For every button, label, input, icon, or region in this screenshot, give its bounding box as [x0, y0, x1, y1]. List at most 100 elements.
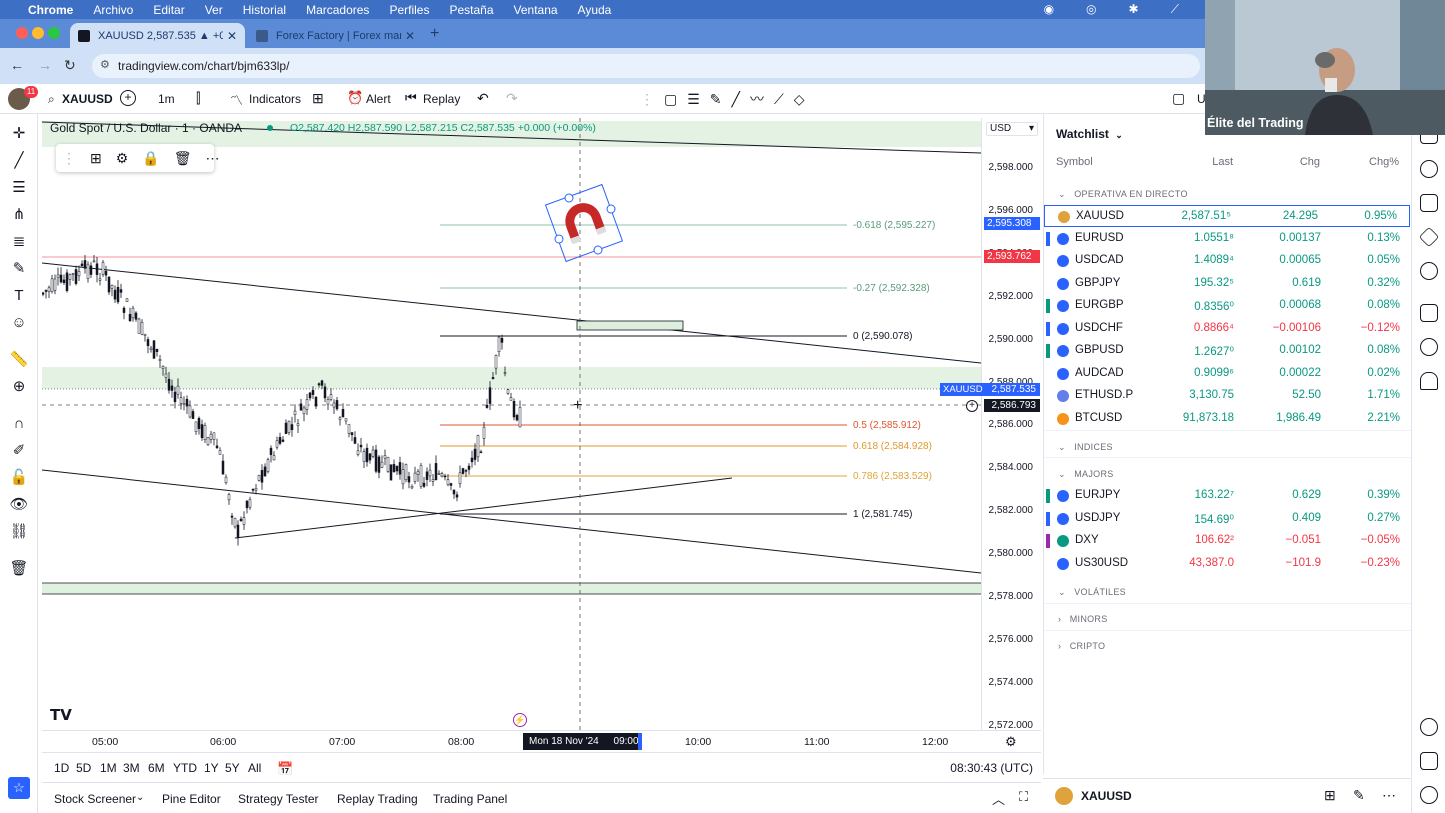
shape-tool-icon[interactable]: ◇ — [794, 91, 805, 108]
fib-retracement-icon[interactable]: ≣ — [9, 232, 29, 252]
window-close-button[interactable] — [16, 27, 28, 39]
tab-stock-screener[interactable]: Stock Screener — [54, 792, 136, 806]
user-icon[interactable]: ◎ — [1086, 2, 1096, 17]
channel-line-upper[interactable] — [42, 262, 981, 364]
magnet-handle[interactable] — [593, 245, 603, 255]
tab-pine-editor[interactable]: Pine Editor — [162, 792, 221, 806]
alert-icon[interactable]: ⏰ — [347, 90, 363, 106]
support-trendline[interactable] — [234, 477, 733, 539]
calendar-icon[interactable] — [1420, 752, 1438, 770]
symbol-search-button[interactable]: XAUUSD — [62, 92, 113, 106]
horizontal-lines-icon[interactable]: ☰ — [9, 178, 29, 198]
settings-icon[interactable]: ⚙ — [116, 150, 129, 167]
watchlist-row-eurgbp[interactable]: EURGBP 0.8356⁰ 0.00068 0.08% — [1044, 295, 1412, 317]
col-chg-pct[interactable]: Chg% — [1369, 156, 1399, 168]
menu-marcadores[interactable]: Marcadores — [306, 3, 369, 17]
alerts-clock-icon[interactable] — [1420, 160, 1438, 178]
brush-icon[interactable]: ✎ — [9, 259, 29, 279]
rectangle-tool-icon[interactable]: ▢ — [664, 91, 677, 108]
channel-line-lower[interactable] — [42, 469, 981, 574]
flag-marker[interactable] — [1046, 512, 1050, 526]
undo-icon[interactable]: ↶ — [477, 90, 489, 107]
eye-icon[interactable]: 👁 — [9, 495, 29, 515]
flag-marker[interactable] — [1046, 534, 1050, 548]
section-operativa[interactable]: ⌄ OPERATIVA EN DIRECTO — [1058, 189, 1188, 200]
section-indices[interactable]: ⌄ INDICES — [1058, 442, 1113, 453]
watchlist-row-usdcad[interactable]: USDCAD 1.4089⁴ 0.00065 0.05% — [1044, 250, 1412, 272]
section-majors[interactable]: ⌄ MAJORS — [1058, 469, 1114, 480]
lock-icon[interactable]: 🔓 — [9, 468, 29, 488]
rectangle-drawing[interactable] — [576, 320, 684, 331]
layers-icon[interactable] — [1418, 226, 1440, 248]
price-chart-svg[interactable]: + -0.618 (2,595.227) -0.27 (2,592.328) 0… — [42, 118, 981, 730]
stay-drawing-icon[interactable]: ✐ — [9, 441, 29, 461]
range-5y[interactable]: 5Y — [225, 761, 240, 775]
template-icon[interactable]: ⊞ — [90, 150, 102, 167]
window-zoom-button[interactable] — [48, 27, 60, 39]
more-icon[interactable]: ⋯ — [206, 150, 220, 167]
detail-symbol[interactable]: XAUUSD — [1081, 789, 1132, 803]
zoom-icon[interactable]: ⊕ — [9, 377, 29, 397]
tab-strategy-tester[interactable]: Strategy Tester — [238, 792, 318, 806]
pitchfork-icon[interactable]: ⋔ — [9, 205, 29, 225]
watchlist-title[interactable]: Watchlist ⌄ — [1056, 127, 1123, 141]
add-alert-plus-icon[interactable]: + — [966, 400, 978, 412]
range-ytd[interactable]: YTD — [173, 761, 197, 775]
layout-icon[interactable]: ▢ — [1172, 90, 1185, 107]
ideas-bulb-icon[interactable] — [1420, 338, 1438, 356]
help-icon[interactable] — [1420, 786, 1438, 804]
magnet-handle[interactable] — [606, 204, 616, 214]
ruler-icon[interactable]: 📏 — [9, 350, 29, 370]
flag-marker[interactable] — [1046, 489, 1050, 503]
watchlist-row-usdjpy[interactable]: USDJPY 154.69⁰ 0.409 0.27% — [1044, 508, 1412, 530]
flag-marker[interactable] — [1046, 232, 1050, 246]
reload-icon[interactable]: ↻ — [64, 57, 76, 74]
currency-select[interactable]: USD ▾ — [986, 122, 1038, 136]
col-symbol[interactable]: Symbol — [1056, 156, 1093, 168]
flag-marker[interactable] — [1046, 344, 1050, 358]
forward-arrow-icon[interactable]: → — [38, 57, 52, 73]
trash-icon[interactable]: 🗑 — [9, 559, 29, 579]
watchlist-row-dxy[interactable]: DXY 106.62² −0.051 −0.05% — [1044, 530, 1412, 552]
watchlist-row-gbpusd[interactable]: GBPUSD 1.2627⁰ 0.00102 0.08% — [1044, 340, 1412, 362]
link-icon[interactable]: ⛓ — [9, 522, 29, 542]
drag-handle-icon[interactable]: ⋮ — [640, 91, 654, 108]
menu-historial[interactable]: Historial — [243, 3, 286, 17]
wifi-icon[interactable]: ⟋ — [1171, 2, 1179, 17]
clock-label[interactable]: 08:30:43 (UTC) — [950, 761, 1033, 775]
brush-tool-icon[interactable]: ✎ — [710, 91, 722, 108]
range-5d[interactable]: 5D — [76, 761, 91, 775]
time-axis-settings-icon[interactable]: ⚙ — [1005, 734, 1017, 750]
watchlist-row-usdchf[interactable]: USDCHF 0.8866⁴ −0.00106 −0.12% — [1044, 318, 1412, 340]
notifications-bell-icon[interactable] — [1420, 372, 1438, 390]
menu-editar[interactable]: Editar — [153, 3, 184, 17]
section-volatiles[interactable]: ⌄ VOLÁTILES — [1058, 587, 1126, 598]
templates-icon[interactable]: ⊞ — [312, 90, 324, 107]
chevron-down-icon[interactable]: ⌄ — [136, 792, 144, 803]
replay-icon[interactable]: ⏮ — [405, 90, 417, 106]
candles-chart-type-icon[interactable]: ⫿ — [196, 90, 200, 107]
menu-ver[interactable]: Ver — [205, 3, 223, 17]
col-chg[interactable]: Chg — [1300, 156, 1320, 168]
alert-button[interactable]: Alert — [366, 92, 391, 106]
range-6m[interactable]: 6M — [148, 761, 165, 775]
text-icon[interactable]: T — [9, 286, 29, 306]
time-axis[interactable]: 05:00 06:00 07:00 08:00 10:00 11:00 12:00 Mon … — [42, 730, 1041, 752]
tab-replay-trading[interactable]: Replay Trading — [337, 792, 418, 806]
more-icon[interactable]: ⋯ — [1382, 787, 1396, 804]
new-tab-icon[interactable]: + — [430, 25, 439, 43]
search-icon[interactable]: ⌕ — [48, 92, 55, 107]
edit-icon[interactable]: ✎ — [1353, 787, 1365, 804]
tab-forex-factory[interactable]: Forex Factory | Forex markets ✕ — [248, 23, 423, 48]
section-cripto[interactable]: › CRIPTO — [1058, 641, 1105, 651]
range-all[interactable]: All — [248, 761, 261, 775]
object-tree-icon[interactable] — [1420, 194, 1438, 212]
indicators-icon[interactable]: 〽 — [230, 90, 243, 109]
bluetooth-icon[interactable]: ✱ — [1129, 2, 1139, 17]
maximize-icon[interactable]: ⛶ — [1019, 789, 1028, 805]
range-3m[interactable]: 3M — [123, 761, 140, 775]
range-1d[interactable]: 1D — [54, 761, 69, 775]
path-tool-icon[interactable]: 〰 — [750, 89, 764, 109]
watchlist-row-eurusd[interactable]: EURUSD 1.0551⁸ 0.00137 0.13% — [1044, 228, 1412, 250]
menu-pestana[interactable]: Pestaña — [449, 3, 493, 17]
